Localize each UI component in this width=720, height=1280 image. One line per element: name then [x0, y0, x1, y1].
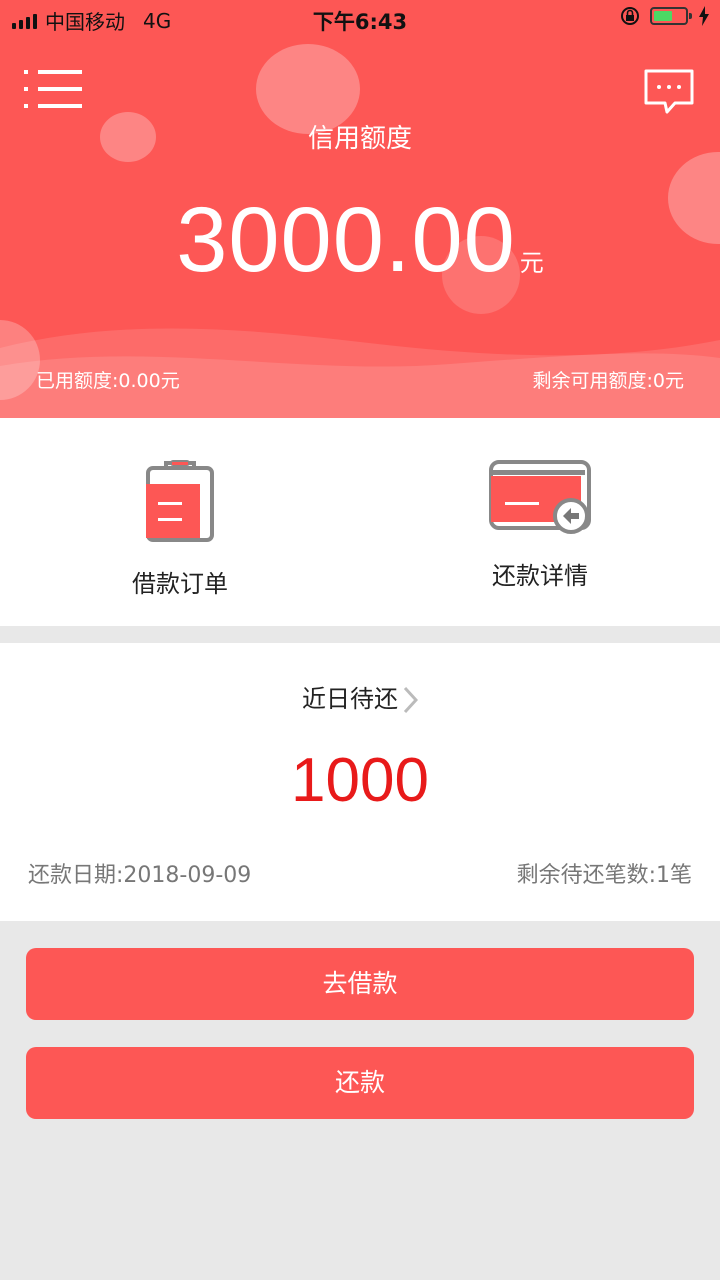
battery-icon — [650, 7, 692, 25]
credit-amount-value: 3000.00 — [176, 189, 516, 291]
credit-amount: 3000.00 元 — [0, 188, 720, 293]
card-return-icon — [489, 460, 591, 534]
used-credit: 已用额度:0.00元 — [36, 370, 180, 392]
credit-header: 中国移动 4G 下午6:43 信用额度 3000.00 元 已用额度:0.00元… — [0, 0, 720, 418]
borrow-button[interactable]: 去借款 — [26, 948, 694, 1020]
credit-label: 信用额度 — [307, 124, 412, 154]
rotation-lock-icon — [621, 7, 639, 25]
message-icon[interactable] — [643, 68, 695, 116]
recent-repayment-title-text: 近日待还 — [302, 685, 398, 713]
repayment-details-label: 还款详情 — [492, 562, 588, 590]
status-time: 下午6:43 — [312, 10, 408, 34]
loan-orders-button[interactable]: 借款订单 — [80, 458, 280, 599]
repayment-details-button[interactable]: 还款详情 — [440, 458, 640, 591]
quick-actions: 借款订单 还款详情 — [0, 418, 720, 626]
credit-amount-unit: 元 — [519, 249, 544, 277]
loan-orders-label: 借款订单 — [132, 570, 228, 598]
recent-repayment-title[interactable]: 近日待还 — [0, 679, 720, 714]
menu-icon[interactable] — [24, 68, 82, 110]
chevron-right-icon — [403, 686, 418, 714]
recent-repayment-amount: 1000 — [291, 746, 429, 815]
remaining-repayment-count: 剩余待还笔数:1笔 — [516, 863, 692, 888]
remaining-credit: 剩余可用额度:0元 — [532, 370, 685, 392]
charging-icon — [699, 6, 709, 26]
clipboard-icon — [146, 460, 214, 542]
repayment-date: 还款日期:2018-09-09 — [28, 863, 252, 888]
status-bar: 中国移动 4G 下午6:43 — [0, 0, 720, 36]
repay-button[interactable]: 还款 — [26, 1047, 694, 1119]
recent-repayment-card[interactable]: 近日待还 1000 还款日期:2018-09-09 剩余待还笔数:1笔 — [0, 643, 720, 921]
